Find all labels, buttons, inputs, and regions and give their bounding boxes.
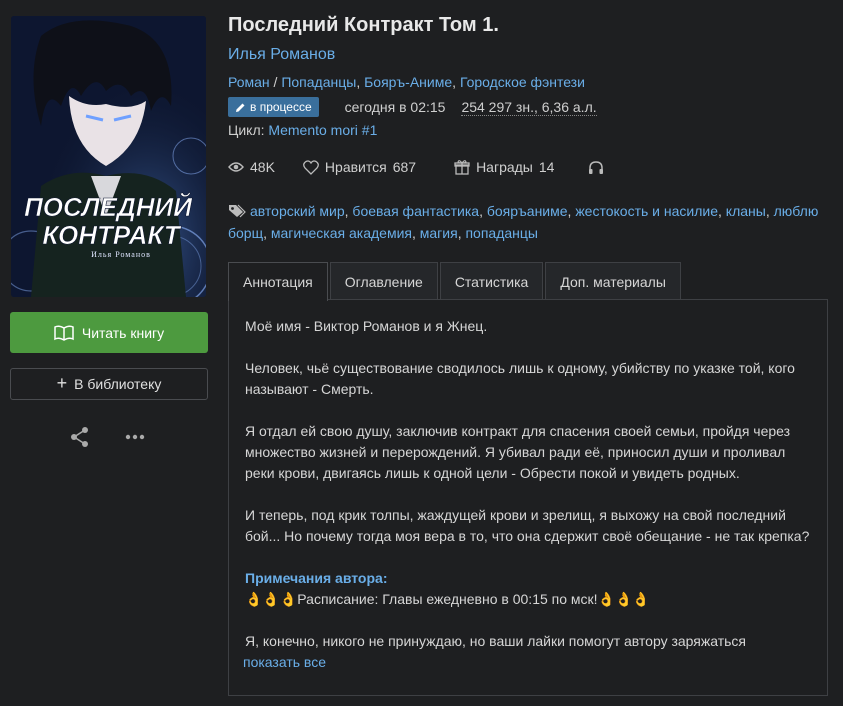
likes-count: 687 — [392, 159, 417, 175]
tag-link[interactable]: авторский мир — [250, 203, 345, 219]
likes-label: Нравится — [324, 159, 387, 175]
read-book-label: Читать книгу — [81, 324, 165, 341]
update-time: сегодня в 02:15 — [344, 99, 446, 115]
views-count: 48K — [250, 159, 275, 175]
ok-hand-icons: 👌👌👌 — [245, 591, 298, 607]
annotation-paragraph: И теперь, под крик толпы, жаждущей крови… — [245, 507, 810, 544]
more-dots-icon — [125, 434, 145, 440]
share-button[interactable] — [69, 426, 91, 448]
tab-contents[interactable]: Оглавление — [329, 262, 438, 300]
ok-hand-icons: 👌👌👌 — [597, 591, 650, 607]
add-to-library-label: В библиотеку — [74, 376, 162, 392]
book-meta-row: в процессе сегодня в 02:15 254 297 зн., … — [228, 96, 597, 118]
cycle-label: Цикл: — [228, 122, 265, 138]
annotation-last-line: Я, конечно, никого не принуждаю, но ваши… — [245, 633, 747, 649]
genre-link[interactable]: Роман — [228, 74, 270, 90]
schedule-line: 👌👌👌Расписание: Главы ежедневно в 00:15 п… — [245, 589, 811, 610]
schedule-text: Расписание: Главы ежедневно в 00:15 по м… — [297, 591, 598, 607]
tag-link[interactable]: кланы — [726, 203, 766, 219]
status-badge: в процессе — [228, 97, 319, 117]
book-open-icon — [54, 324, 74, 341]
views-stat: 48K — [228, 159, 275, 175]
tag-link[interactable]: магическая академия — [271, 225, 412, 241]
awards-count: 14 — [538, 159, 555, 175]
eye-icon — [228, 162, 244, 172]
stats-row: 48K Нравится 687 Награды 14 — [228, 159, 604, 175]
pencil-icon — [236, 103, 245, 112]
genre-link[interactable]: Бояръ-Аниме — [364, 74, 452, 90]
genre-link[interactable]: Городское фэнтези — [460, 74, 585, 90]
genre-link[interactable]: Попаданцы — [281, 74, 356, 90]
awards-button[interactable]: Награды 14 — [454, 159, 554, 175]
content-tabs: Аннотация Оглавление Статистика Доп. мат… — [228, 262, 683, 301]
tag-link[interactable]: жестокость и насилие — [575, 203, 718, 219]
headphones-icon — [589, 160, 604, 174]
cover-author: Илья Романов — [91, 250, 151, 259]
read-book-button[interactable]: Читать книгу — [10, 312, 208, 353]
show-all-link[interactable]: показать все — [243, 652, 326, 673]
tag-link[interactable]: магия — [420, 225, 458, 241]
share-icon — [71, 427, 88, 447]
tab-extra-materials[interactable]: Доп. материалы — [545, 262, 681, 300]
tab-statistics[interactable]: Статистика — [439, 262, 544, 300]
awards-label: Награды — [476, 159, 533, 175]
plus-icon: + — [56, 373, 68, 393]
heart-icon — [303, 159, 319, 175]
cycle-link[interactable]: Memento mori #1 — [268, 122, 377, 138]
author-notes-title: Примечания автора: — [245, 570, 388, 586]
annotation-paragraph: Я отдал ей свою душу, заключив контракт … — [245, 423, 791, 481]
tag-link[interactable]: бояръаниме — [487, 203, 568, 219]
cover-art: ПОСЛЕДНИЙ КОНТРАКТ Илья Романов — [11, 16, 206, 297]
audio-button[interactable] — [588, 160, 604, 175]
book-cover[interactable]: ПОСЛЕДНИЙ КОНТРАКТ Илья Романов — [11, 16, 206, 297]
annotation-paragraph: Человек, чьё существование сводилось лиш… — [245, 360, 795, 397]
book-size[interactable]: 254 297 зн., 6,36 а.л. — [461, 99, 597, 116]
tag-icon — [229, 204, 246, 218]
like-button[interactable]: Нравится 687 — [303, 159, 416, 175]
annotation-paragraph: Моё имя - Виктор Романов и я Жнец. — [245, 318, 488, 334]
cover-title-2: КОНТРАКТ — [42, 220, 181, 250]
more-options-button[interactable] — [124, 427, 146, 447]
tab-annotation[interactable]: Аннотация — [228, 262, 328, 301]
cover-title-1: ПОСЛЕДНИЙ — [24, 192, 193, 222]
add-to-library-button[interactable]: + В библиотеку — [10, 368, 208, 400]
status-label: в процессе — [250, 100, 312, 114]
gift-icon — [454, 160, 470, 175]
book-title: Последний Контракт Том 1. — [228, 14, 499, 36]
tag-link[interactable]: попаданцы — [465, 225, 538, 241]
cycle-info: Цикл: Memento mori #1 — [228, 122, 377, 138]
genre-list: Роман / Попаданцы, Бояръ-Аниме, Городско… — [228, 74, 585, 90]
tag-list: авторский мир, боевая фантастика, бояръа… — [228, 203, 819, 241]
tag-link[interactable]: боевая фантастика — [352, 203, 479, 219]
annotation-panel: Моё имя - Виктор Романов и я Жнец. Челов… — [228, 299, 828, 696]
author-link[interactable]: Илья Романов — [228, 46, 335, 64]
